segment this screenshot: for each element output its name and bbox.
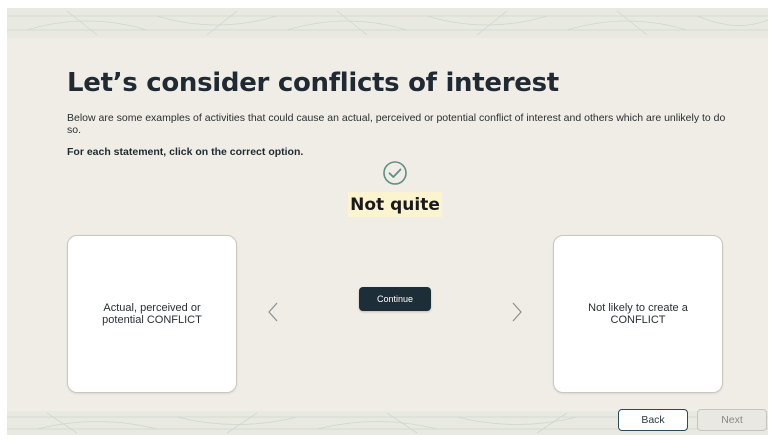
slide: Let’s consider conflicts of interest Bel… — [7, 8, 768, 435]
check-circle-icon — [382, 160, 408, 186]
option-card-no-conflict[interactable]: Not likely to create a CONFLICT — [553, 235, 723, 393]
option-card-label: Actual, perceived or potential CONFLICT — [102, 301, 202, 327]
feedback-label: Not quite — [348, 192, 442, 217]
chevron-right-icon[interactable] — [510, 300, 524, 324]
page-title: Let’s consider conflicts of interest — [67, 68, 559, 98]
decorative-top-band — [7, 8, 768, 38]
next-button[interactable]: Next — [697, 409, 767, 431]
back-button[interactable]: Back — [618, 409, 688, 431]
chevron-left-icon[interactable] — [266, 300, 280, 324]
instruction-text: For each statement, click on the correct… — [67, 146, 304, 158]
description-text: Below are some examples of activities th… — [67, 112, 726, 136]
option-card-conflict[interactable]: Actual, perceived or potential CONFLICT — [67, 235, 237, 393]
continue-button[interactable]: Continue — [359, 287, 431, 311]
option-card-label: Not likely to create a CONFLICT — [588, 301, 688, 327]
